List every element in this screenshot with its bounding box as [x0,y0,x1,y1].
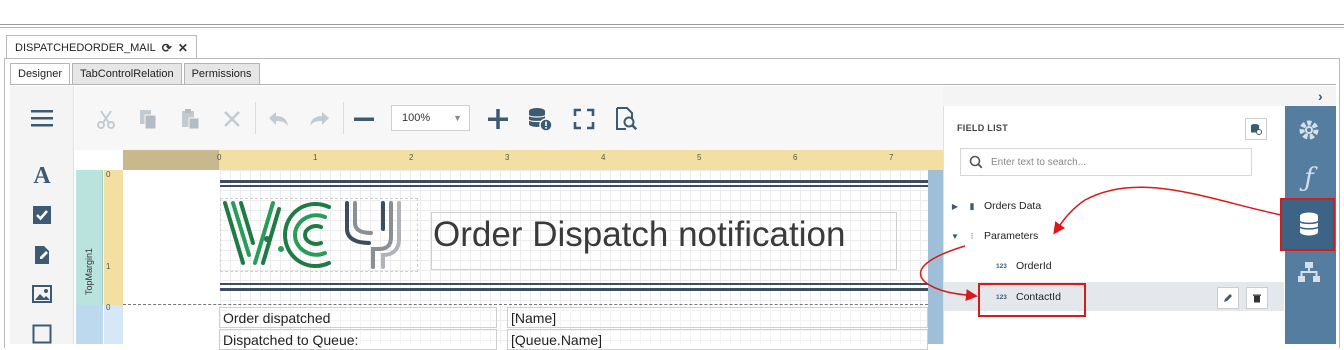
annotation-arrows [919,186,1282,302]
